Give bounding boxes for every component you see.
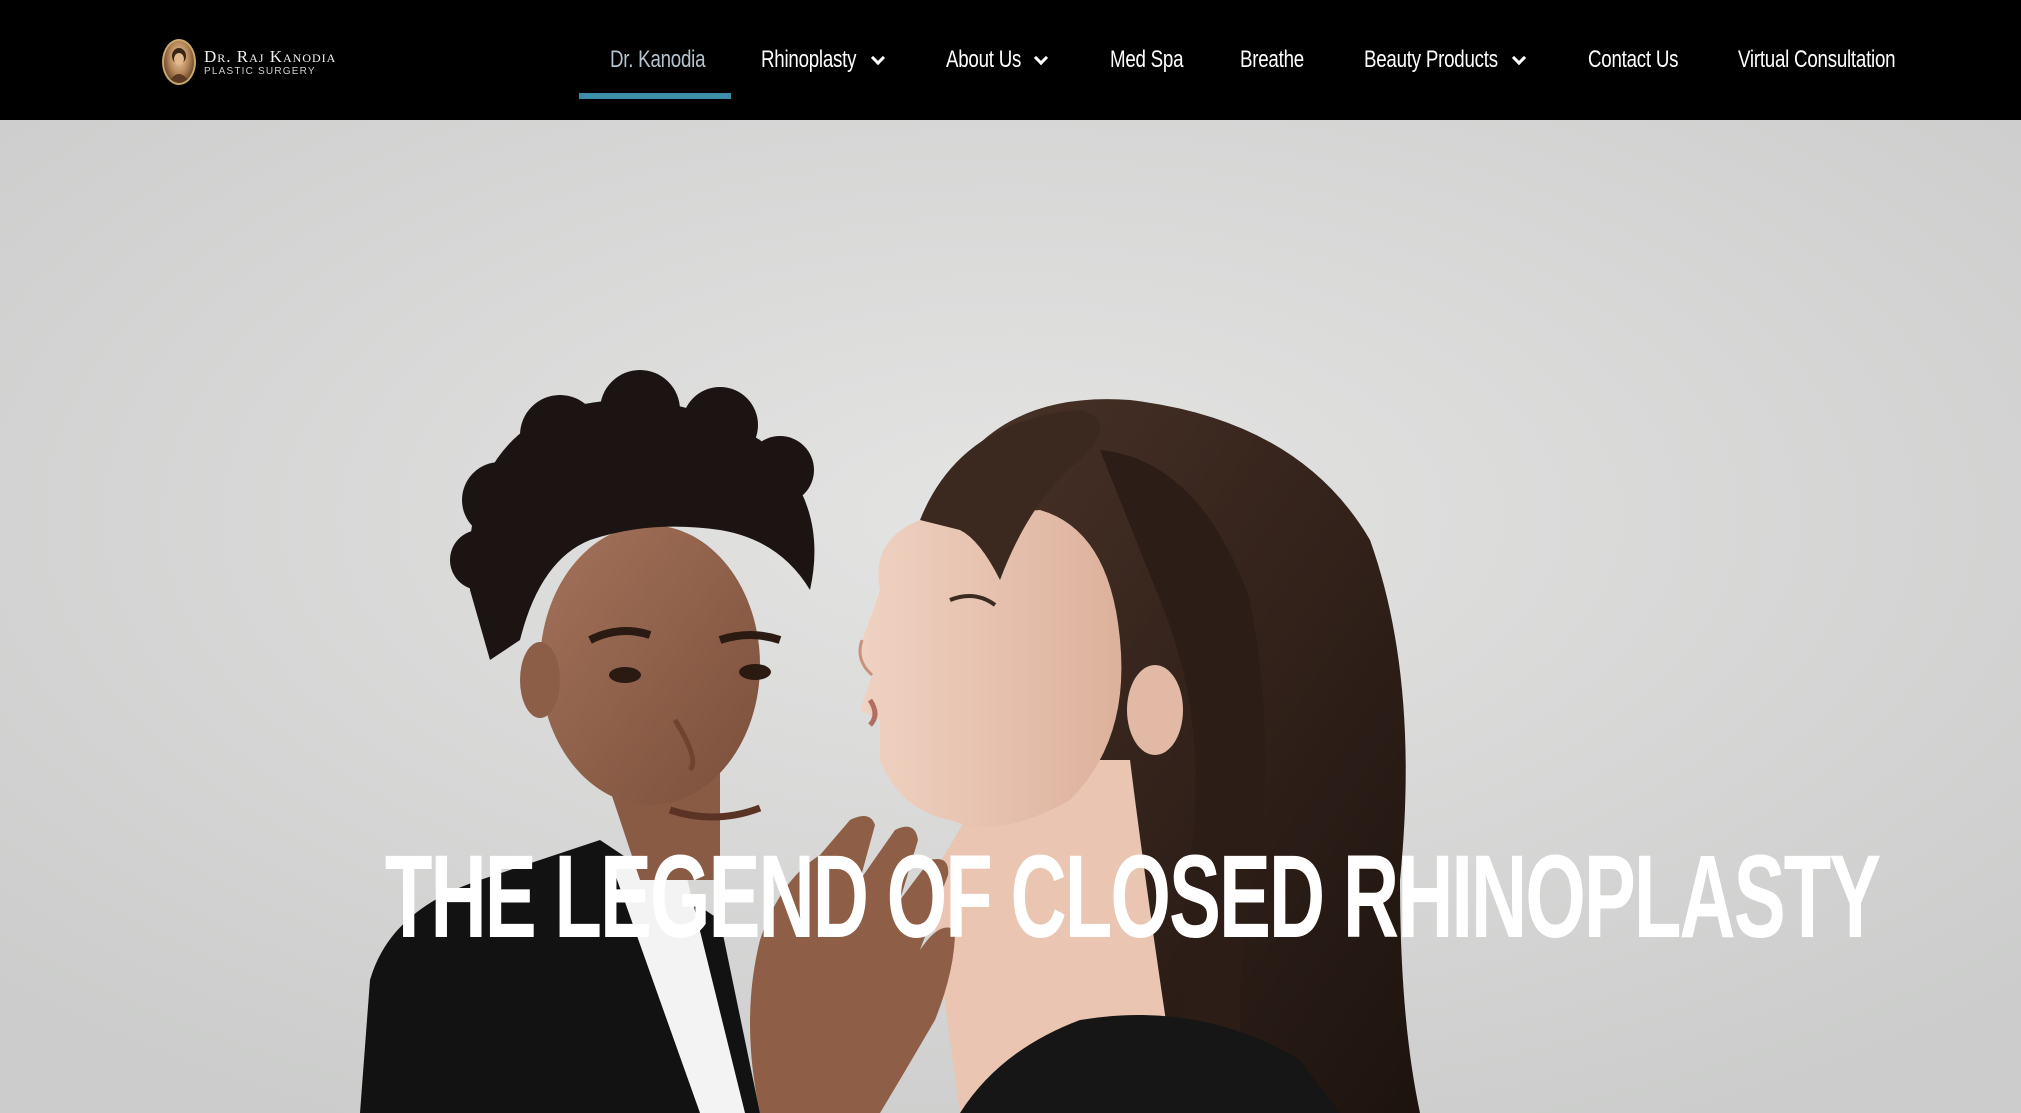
nav-item-label: Dr. Kanodia — [610, 46, 706, 73]
chevron-down-icon — [1033, 50, 1049, 66]
logo-subtitle: PLASTIC SURGERY — [204, 65, 316, 77]
nav-item-label: Contact Us — [1588, 46, 1679, 73]
nav-item-beauty-products[interactable]: Beauty Products — [1364, 0, 1536, 120]
top-navigation-bar: Dr. Raj Kanodia PLASTIC SURGERY Dr. Kano… — [0, 0, 2021, 120]
chevron-down-icon — [870, 50, 886, 66]
nav-item-virtual-consultation[interactable]: Virtual Consultation — [1738, 0, 1940, 120]
nav-item-label: Virtual Consultation — [1738, 46, 1896, 73]
hero-section: THE LEGEND OF CLOSED RHINOPLASTY — [0, 120, 2021, 1113]
nav-item-label: About Us — [946, 46, 1022, 73]
nav-item-contact-us[interactable]: Contact Us — [1588, 0, 1704, 120]
hero-heading: THE LEGEND OF CLOSED RHINOPLASTY — [0, 838, 2021, 956]
hero-heading-text: THE LEGEND OF CLOSED RHINOPLASTY — [384, 831, 1881, 963]
nav-item-label: Breathe — [1240, 46, 1304, 73]
nav-item-rhinoplasty[interactable]: Rhinoplasty — [761, 0, 886, 120]
portrait-medallion-icon — [162, 39, 196, 85]
nav-item-breathe[interactable]: Breathe — [1240, 0, 1322, 120]
chevron-down-icon — [1511, 50, 1527, 66]
logo-name: Dr. Raj Kanodia — [204, 46, 337, 66]
site-logo[interactable]: Dr. Raj Kanodia PLASTIC SURGERY — [162, 38, 336, 86]
nav-item-about-us[interactable]: About Us — [946, 0, 1049, 120]
nav-item-label: Med Spa — [1110, 46, 1184, 73]
nav-item-med-spa[interactable]: Med Spa — [1110, 0, 1204, 120]
nav-item-dr-kanodia[interactable]: Dr. Kanodia — [610, 0, 732, 120]
nav-item-label: Beauty Products — [1364, 46, 1498, 73]
active-nav-indicator — [579, 93, 731, 99]
page: Dr. Raj Kanodia PLASTIC SURGERY Dr. Kano… — [0, 0, 2021, 1113]
nav-item-label: Rhinoplasty — [761, 46, 857, 73]
hero-photo — [0, 120, 2021, 1113]
